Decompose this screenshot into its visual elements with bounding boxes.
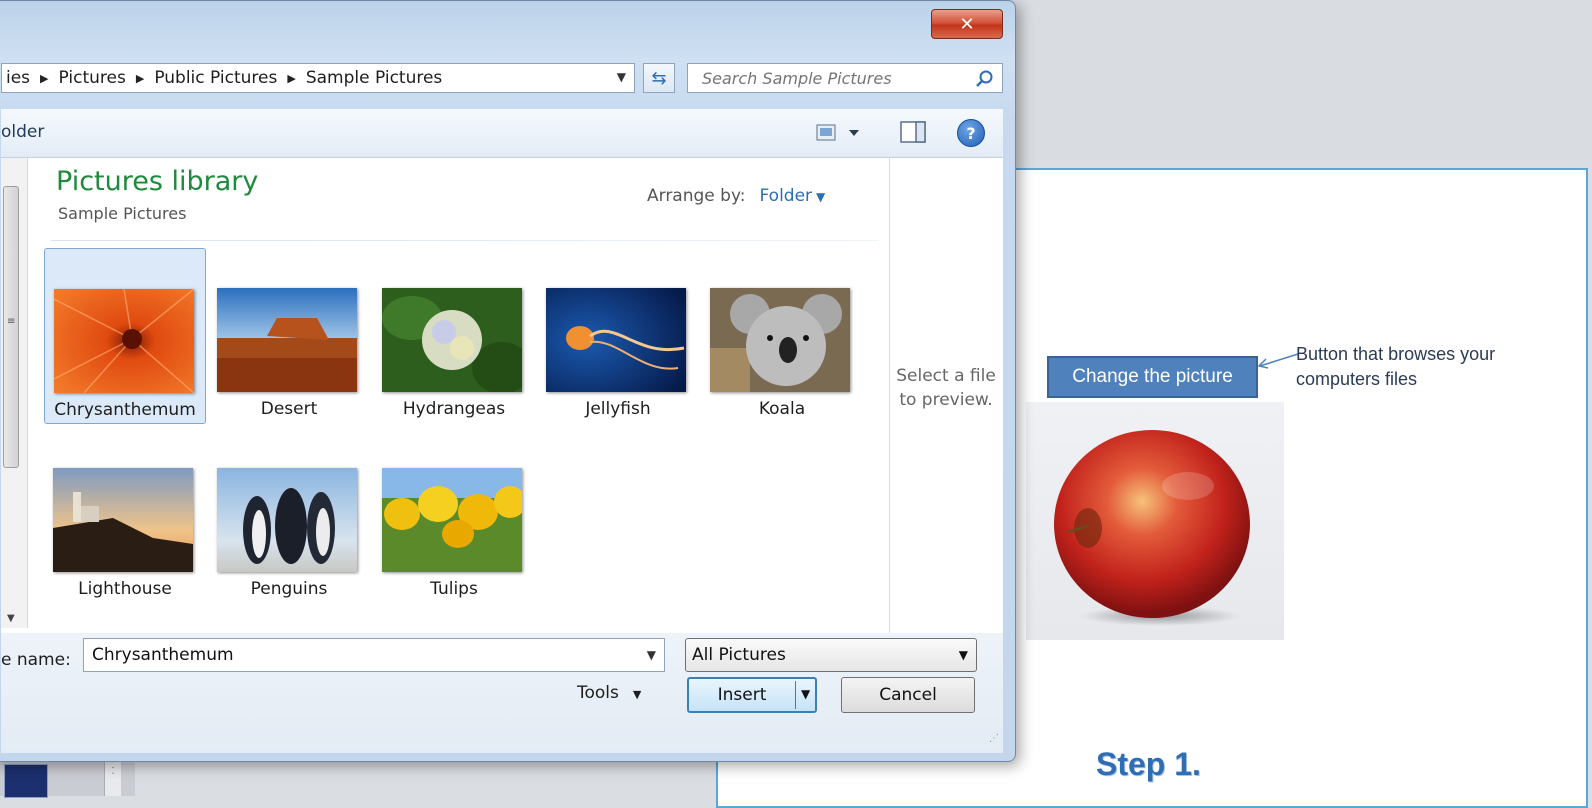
arrange-dropdown-icon[interactable]: ▼ xyxy=(816,190,825,204)
insert-button[interactable]: Insert ▼ xyxy=(687,677,817,713)
preview-pane-divider[interactable] xyxy=(889,158,890,633)
koala-thumbnail xyxy=(710,288,850,392)
scrollbar-thumb[interactable] xyxy=(3,186,19,468)
arrange-by-dropdown[interactable]: Folder xyxy=(760,186,813,206)
search-input[interactable] xyxy=(700,67,964,89)
resize-grip-icon[interactable]: ⋰ xyxy=(989,733,999,744)
breadcrumb-libraries[interactable]: ies xyxy=(6,68,30,88)
address-dropdown-icon[interactable]: ▼ xyxy=(617,70,626,84)
refresh-button[interactable]: ⇆ xyxy=(643,63,675,93)
annotation-arrow-icon xyxy=(1257,353,1299,369)
file-name-label: e name: xyxy=(1,650,71,670)
header-divider xyxy=(51,240,879,241)
file-item-koala[interactable]: Koala xyxy=(701,248,863,424)
lighthouse-thumbnail xyxy=(53,468,193,572)
file-name: Hydrangeas xyxy=(402,399,506,419)
arrange-by-label: Arrange by: xyxy=(647,186,746,206)
insert-label[interactable]: Insert xyxy=(689,685,795,705)
scrollbar-grip-icon: ≡ xyxy=(7,316,16,327)
file-item-hydrangeas[interactable]: Hydrangeas xyxy=(373,248,535,424)
help-icon[interactable]: ? xyxy=(957,119,985,147)
new-folder-button[interactable]: older xyxy=(1,122,44,142)
cancel-button[interactable]: Cancel xyxy=(841,677,975,713)
close-button[interactable]: ✕ xyxy=(931,9,1003,39)
step-heading: Step 1. xyxy=(1096,746,1201,782)
file-type-value: All Pictures xyxy=(692,645,786,665)
file-item-desert[interactable]: Desert xyxy=(208,248,370,424)
file-item-tulips[interactable]: Tulips xyxy=(373,428,535,604)
apple-picture[interactable] xyxy=(1026,402,1284,640)
change-picture-button[interactable]: Change the picture xyxy=(1047,356,1258,398)
change-view-icon[interactable] xyxy=(815,121,875,145)
nav-pane-scrollbar[interactable]: ≡ ▼ xyxy=(1,158,28,628)
file-item-penguins[interactable]: Penguins xyxy=(208,428,370,604)
tools-label: Tools xyxy=(577,683,619,703)
file-item-chrysanthemum[interactable]: Chrysanthemum xyxy=(44,248,206,424)
tools-menu[interactable]: Tools ▼ xyxy=(577,683,641,703)
breadcrumb-chevron-icon[interactable]: ▶ xyxy=(40,72,48,85)
file-name: Lighthouse xyxy=(78,579,172,599)
file-name-combobox[interactable]: ▼ xyxy=(83,638,665,672)
slide-thumbnail[interactable] xyxy=(4,764,48,798)
file-view: ≡ ▼ Pictures library Sample Pictures Arr… xyxy=(1,158,1003,633)
refresh-icon: ⇆ xyxy=(651,67,667,89)
tulips-thumbnail xyxy=(382,468,522,572)
tools-dropdown-icon: ▼ xyxy=(632,688,642,701)
chrysanthemum-thumbnail xyxy=(54,289,194,393)
file-name: Tulips xyxy=(430,579,478,599)
dialog-footer: e name: ▼ All Pictures ▼ Tools ▼ Insert ▼… xyxy=(1,633,1003,753)
address-bar[interactable]: ies ▶ Pictures ▶ Public Pictures ▶ Sampl… xyxy=(1,63,635,93)
breadcrumb-chevron-icon[interactable]: ▶ xyxy=(287,72,295,85)
library-title: Pictures library xyxy=(56,166,259,197)
annotation-text: Button that browses your computers files xyxy=(1296,344,1496,389)
apple-image xyxy=(1054,430,1250,626)
insert-picture-dialog: ✕ ies ▶ Pictures ▶ Public Pictures ▶ Sam… xyxy=(0,0,1016,762)
hydrangeas-thumbnail xyxy=(382,288,522,392)
insert-dropdown-icon[interactable]: ▼ xyxy=(801,687,810,701)
file-type-select[interactable]: All Pictures ▼ xyxy=(685,638,977,672)
search-icon[interactable] xyxy=(974,69,994,89)
file-name-input[interactable] xyxy=(90,644,634,666)
preview-pane-icon[interactable] xyxy=(899,119,927,145)
scroll-down-icon[interactable]: ▼ xyxy=(7,613,15,624)
breadcrumb-public-pictures[interactable]: Public Pictures xyxy=(154,68,277,88)
jellyfish-thumbnail xyxy=(546,288,686,392)
file-name: Koala xyxy=(758,399,806,419)
breadcrumb-pictures[interactable]: Pictures xyxy=(59,68,126,88)
file-name: Penguins xyxy=(250,579,328,599)
command-bar: older ? xyxy=(1,109,1003,158)
file-item-lighthouse[interactable]: Lighthouse xyxy=(44,428,206,604)
library-subtitle: Sample Pictures xyxy=(58,204,187,223)
file-name: Chrysanthemum xyxy=(54,400,196,420)
search-box[interactable] xyxy=(687,63,1003,93)
insert-split-divider xyxy=(795,681,796,709)
preview-placeholder: Select a file to preview. xyxy=(896,366,996,410)
arrange-by: Arrange by: Folder ▼ xyxy=(647,186,825,206)
file-name: Jellyfish xyxy=(585,399,651,419)
file-type-dropdown-icon[interactable]: ▼ xyxy=(959,648,968,662)
file-item-jellyfish[interactable]: Jellyfish xyxy=(537,248,699,424)
breadcrumb-sample-pictures[interactable]: Sample Pictures xyxy=(306,68,442,88)
file-name: Desert xyxy=(260,399,318,419)
file-name-dropdown-icon[interactable]: ▼ xyxy=(647,648,656,662)
breadcrumb-chevron-icon[interactable]: ▶ xyxy=(136,72,144,85)
desert-thumbnail xyxy=(217,288,357,392)
penguins-thumbnail xyxy=(217,468,357,572)
